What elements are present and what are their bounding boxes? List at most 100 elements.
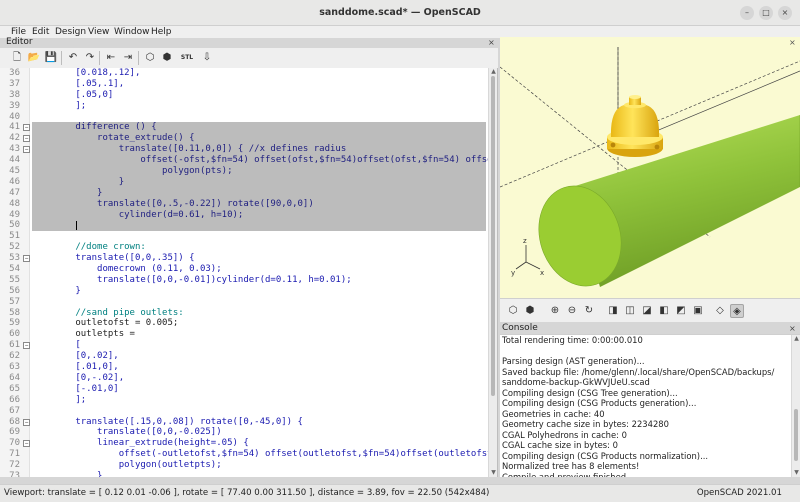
console-line: sanddome-backup-GkWVJUeU.scad: [502, 377, 650, 387]
code-line[interactable]: 63 [.01,0],: [0, 362, 488, 373]
scroll-down-icon[interactable]: ▼: [489, 469, 497, 477]
code-line[interactable]: 71 offset(-outletofst,$fn=54) offset(out…: [0, 449, 497, 460]
code-line[interactable]: 51: [0, 231, 488, 242]
code-text: polygon(outletpts);: [32, 460, 222, 471]
code-line[interactable]: 41− difference () {: [0, 122, 488, 134]
minimize-button[interactable]: –: [740, 6, 754, 20]
code-line[interactable]: 43− translate([0.11,0,0]) { //x defines …: [0, 144, 488, 156]
code-text: [.01,0],: [32, 362, 119, 373]
code-line[interactable]: 62 [0,.02],: [0, 351, 488, 362]
code-text: polygon(pts);: [32, 166, 233, 177]
open-file-icon[interactable]: 📂: [27, 51, 41, 65]
code-line[interactable]: 40: [0, 112, 488, 123]
code-line[interactable]: 44 offset(-ofst,$fn=54) offset(ofst,$fn=…: [0, 155, 497, 167]
menu-edit[interactable]: Edit: [32, 26, 49, 38]
viewport-close-icon[interactable]: ×: [789, 38, 796, 48]
code-line[interactable]: 68− translate([.15,0,.08]) rotate([0,-45…: [0, 417, 488, 428]
console-scroll-thumb[interactable]: [794, 409, 798, 461]
maximize-button[interactable]: □: [759, 6, 773, 20]
code-line[interactable]: 60 outletpts =: [0, 329, 488, 340]
code-editor[interactable]: 36 [0.018,.12], 37 [.05,.1], 38 [.05,0] 39 …: [0, 68, 498, 477]
code-line[interactable]: 67: [0, 406, 488, 417]
perspective-icon[interactable]: ◇: [713, 304, 727, 318]
scroll-up-icon[interactable]: ▲: [489, 68, 497, 76]
fold-toggle-icon[interactable]: −: [23, 124, 30, 132]
viewport-status: Viewport: translate = [ 0.12 0.01 -0.06 …: [4, 488, 490, 498]
code-line[interactable]: 65 [-.01,0]: [0, 384, 488, 395]
code-line[interactable]: 45 polygon(pts);: [0, 166, 488, 177]
console-scroll-up-icon[interactable]: ▲: [792, 335, 800, 343]
fold-toggle-icon[interactable]: −: [23, 255, 30, 263]
console-scroll-down-icon[interactable]: ▼: [792, 469, 800, 477]
code-line[interactable]: 58 //sand pipe outlets:: [0, 308, 488, 319]
fold-toggle-icon[interactable]: −: [23, 342, 30, 350]
indent-icon[interactable]: ⇥: [121, 51, 135, 65]
fold-toggle-icon[interactable]: −: [23, 146, 30, 154]
view-back-icon[interactable]: ▣: [691, 304, 705, 318]
code-text: [.05,.1],: [32, 78, 125, 89]
line-number: 72: [9, 460, 20, 471]
editor-close-icon[interactable]: ×: [488, 38, 495, 48]
code-line[interactable]: 47 }: [0, 187, 488, 199]
code-line[interactable]: 56 }: [0, 286, 488, 297]
unindent-icon[interactable]: ⇤: [104, 51, 118, 65]
code-line[interactable]: 72 polygon(outletpts);: [0, 460, 488, 471]
code-line[interactable]: 66 ];: [0, 395, 488, 406]
console-scrollbar[interactable]: ▲ ▼: [791, 335, 800, 477]
save-file-icon[interactable]: 💾: [44, 51, 58, 65]
close-window-button[interactable]: ×: [778, 6, 792, 20]
zoom-out-icon[interactable]: ⊖: [565, 304, 579, 318]
code-line[interactable]: 50: [0, 220, 488, 232]
menu-design[interactable]: Design: [55, 26, 86, 38]
preview-icon[interactable]: ⬡: [143, 51, 157, 65]
view-right-icon[interactable]: ◨: [606, 304, 620, 318]
zoom-in-icon[interactable]: ⊕: [548, 304, 562, 318]
view-top-icon[interactable]: ◫: [623, 304, 637, 318]
code-line[interactable]: 42− rotate_extrude() {: [0, 133, 488, 145]
editor-dock-title: Editor: [6, 37, 33, 47]
editor-scroll-thumb[interactable]: [491, 76, 495, 396]
code-line[interactable]: 54 domecrown (0.11, 0.03);: [0, 264, 488, 275]
3d-viewport[interactable]: z x y: [500, 37, 800, 298]
line-number: 73: [9, 470, 20, 477]
code-line[interactable]: 48 translate([0,.5,-0.22]) rotate([90,0,…: [0, 198, 488, 210]
code-line[interactable]: 39 ];: [0, 101, 488, 112]
code-line[interactable]: 55 translate([0,0,-0.01])cylinder(d=0.11…: [0, 275, 488, 286]
code-line[interactable]: 46 }: [0, 176, 488, 188]
console-close-icon[interactable]: ×: [789, 324, 796, 334]
fold-toggle-icon[interactable]: −: [23, 135, 30, 143]
redo-icon[interactable]: ↷: [83, 51, 97, 65]
code-line[interactable]: 36 [0.018,.12],: [0, 68, 488, 79]
view-bottom-icon[interactable]: ◪: [640, 304, 654, 318]
export-stl-button[interactable]: STL: [180, 51, 194, 65]
code-line[interactable]: 64 [0,-.02],: [0, 373, 488, 384]
orthogonal-icon[interactable]: ◈: [730, 304, 744, 318]
view-left-icon[interactable]: ◧: [657, 304, 671, 318]
fold-toggle-icon[interactable]: −: [23, 418, 30, 426]
console-line: Total rendering time: 0:00:00.010: [502, 335, 643, 345]
rotate-reset-icon[interactable]: ↻: [582, 304, 596, 318]
editor-scrollbar[interactable]: ▲ ▼: [488, 68, 497, 477]
view-all-icon[interactable]: ⬡: [506, 304, 520, 318]
menu-window[interactable]: Window: [114, 26, 150, 38]
code-line[interactable]: 53− translate([0,0,.35]) {: [0, 253, 488, 264]
code-line[interactable]: 49 cylinder(d=0.61, h=10);: [0, 209, 488, 221]
undo-icon[interactable]: ↶: [66, 51, 80, 65]
view-front-icon[interactable]: ◩: [674, 304, 688, 318]
code-line[interactable]: 73 }: [0, 471, 488, 477]
menu-view[interactable]: View: [88, 26, 109, 38]
code-line[interactable]: 61− [: [0, 340, 488, 351]
menu-help[interactable]: Help: [151, 26, 172, 38]
send-to-print-icon[interactable]: ⇩: [200, 51, 214, 65]
fold-toggle-icon[interactable]: −: [23, 440, 30, 448]
render-icon[interactable]: ⬢: [160, 51, 174, 65]
reset-view-icon[interactable]: ⬢: [523, 304, 537, 318]
new-file-icon[interactable]: 🗋: [10, 51, 24, 65]
code-line[interactable]: 52 //dome crown:: [0, 242, 488, 253]
code-line[interactable]: 57: [0, 297, 488, 308]
code-line[interactable]: 59 outletofst = 0.005;: [0, 318, 488, 329]
code-line[interactable]: 37 [.05,.1],: [0, 79, 488, 90]
code-line[interactable]: 69 translate([0,0,-0.025]): [0, 427, 488, 438]
code-line[interactable]: 70− linear_extrude(height=.05) {: [0, 438, 488, 449]
code-line[interactable]: 38 [.05,0]: [0, 90, 488, 101]
